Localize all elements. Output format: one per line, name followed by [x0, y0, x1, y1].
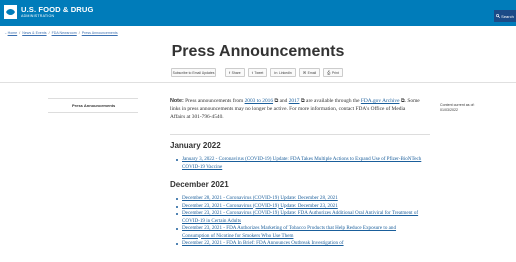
announcement-list-december-2021: December 28, 2021 - Coronavirus (COVID-1… [176, 195, 422, 248]
subscribe-email-button[interactable]: Subscribe to Email Updates [171, 68, 216, 77]
share-email-label: Email [307, 70, 317, 75]
breadcrumb-home[interactable]: Home [8, 31, 18, 35]
print-icon: ⎙ [327, 70, 331, 75]
sidebar-item-press-announcements[interactable]: Press Announcements [48, 98, 138, 113]
logo-title: U.S. FOOD & DRUG [21, 4, 94, 14]
announcement-list-january-2022: January 3, 2022 - Coronavirus (COVID-19)… [176, 156, 422, 171]
archive-link-2017[interactable]: 2017 [289, 98, 300, 104]
search-button[interactable]: Search [494, 10, 516, 22]
facebook-icon: f [229, 70, 231, 75]
announcement-link[interactable]: December 23, 2021 - FDA Authorizes Marke… [176, 225, 422, 240]
share-facebook-button[interactable]: f Share [225, 68, 245, 77]
section-heading-january-2022: January 2022 [170, 141, 221, 150]
content-current-date: 01/03/2022 [440, 108, 458, 112]
content-divider [170, 134, 430, 135]
share-twitter-label: Tweet [254, 70, 264, 75]
site-header: U.S. FOOD & DRUG ADMINISTRATION Search [0, 0, 516, 26]
note-label: Note: [170, 98, 184, 104]
announcement-link[interactable]: December 28, 2021 - Coronavirus (COVID-1… [176, 195, 422, 203]
print-button[interactable]: ⎙ Print [323, 68, 343, 77]
header-divider [0, 82, 516, 83]
share-email-button[interactable]: ✉ Email [298, 68, 321, 77]
search-icon [496, 14, 501, 18]
logo-subtitle: ADMINISTRATION [21, 13, 55, 18]
linkedin-icon: in [274, 70, 278, 75]
archive-link-2003-2016[interactable]: 2003 to 2016 [245, 98, 273, 104]
print-label: Print [331, 70, 339, 75]
page-title: Press Announcements [171, 43, 345, 60]
share-twitter-button[interactable]: t Tweet [247, 68, 268, 77]
breadcrumb-news-events[interactable]: News & Events [22, 31, 46, 35]
fda-logo[interactable]: U.S. FOOD & DRUG ADMINISTRATION [4, 5, 93, 19]
fda-archive-link[interactable]: FDA.gov Archive [361, 98, 400, 104]
breadcrumb-fda-newsroom[interactable]: FDA Newsroom [52, 31, 77, 35]
twitter-icon: t [251, 70, 253, 75]
search-label: Search [501, 13, 514, 19]
share-linkedin-label: LinkedIn [278, 70, 292, 75]
breadcrumb: ←Home / News & Events / FDA Newsroom / Press A… [4, 31, 118, 35]
section-heading-december-2021: December 2021 [170, 180, 229, 189]
breadcrumb-press-announcements[interactable]: Press Announcements [82, 31, 118, 35]
announcement-link[interactable]: January 3, 2022 - Coronavirus (COVID-19)… [176, 156, 422, 171]
hhs-logo-icon [4, 5, 17, 19]
announcement-link[interactable]: December 23, 2021 - Coronavirus (COVID-1… [176, 210, 422, 225]
content-current-box: Content current as of: 01/03/2022 [440, 103, 475, 113]
share-toolbar: Subscribe to Email Updates f Share t Tweet… [171, 68, 343, 77]
announcement-link[interactable]: December 23, 2021 - Coronavirus (COVID-1… [176, 203, 422, 211]
email-icon: ✉ [302, 70, 307, 75]
announcement-link[interactable]: December 22, 2021 - FDA In Brief: FDA An… [176, 240, 422, 248]
share-linkedin-button[interactable]: in LinkedIn [270, 68, 296, 77]
archive-note: Note: Press announcements from 2003 to 2… [170, 98, 420, 120]
share-facebook-label: Share [231, 70, 241, 75]
